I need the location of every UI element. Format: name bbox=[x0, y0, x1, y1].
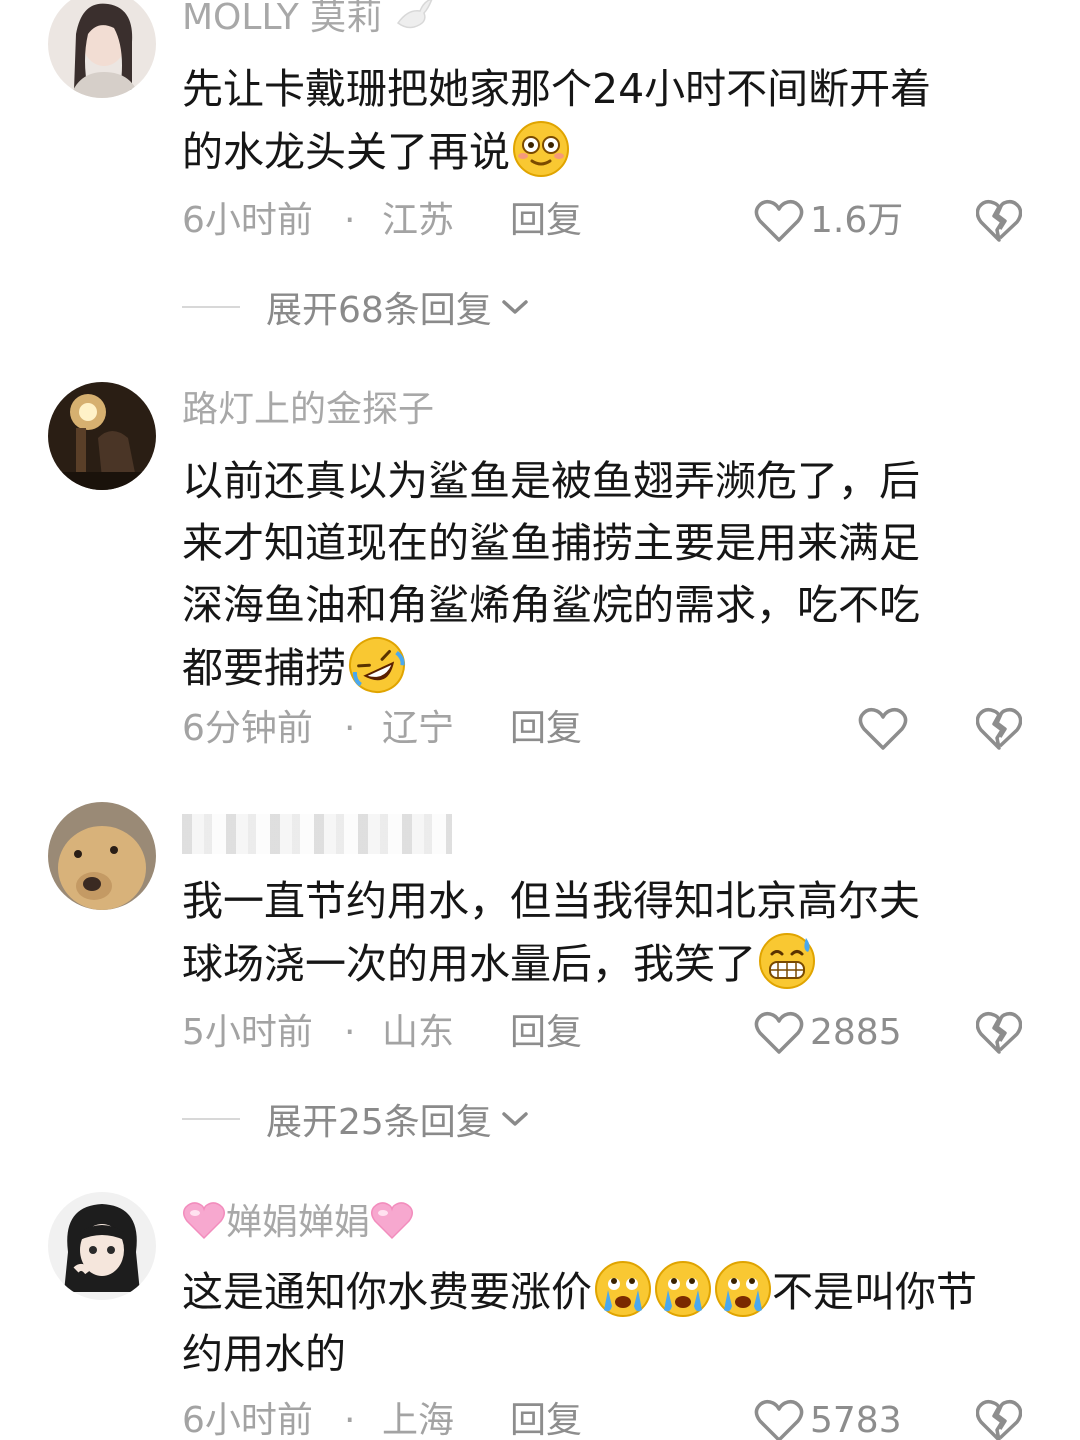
timestamp: 5小时前 bbox=[182, 1012, 313, 1053]
grin-sweat-emoji-icon bbox=[758, 932, 816, 990]
crying-emoji-icon bbox=[654, 1260, 712, 1318]
chevron-down-icon bbox=[502, 300, 528, 314]
avatar[interactable] bbox=[48, 802, 156, 910]
reply-button[interactable]: 回复 bbox=[510, 1396, 582, 1440]
comment-text: 先让卡戴珊把她家那个24小时不间断开着 的水龙头关了再说 bbox=[182, 65, 932, 178]
like-button[interactable]: 2885 bbox=[754, 1008, 902, 1058]
comment-meta: 6分钟前 · 辽宁 回复 bbox=[182, 704, 1042, 754]
pink-heart-icon bbox=[182, 1200, 226, 1240]
like-button[interactable]: 1.6万 bbox=[754, 196, 903, 246]
heart-outline-icon bbox=[858, 707, 908, 750]
username[interactable]: 路灯上的金探子 bbox=[182, 388, 434, 432]
dove-icon bbox=[394, 0, 434, 33]
username[interactable]: MOLLY 莫莉 bbox=[182, 0, 434, 40]
rofl-emoji-icon bbox=[348, 636, 406, 694]
separator-dot: · bbox=[344, 1012, 356, 1053]
comment-meta: 6小时前 · 上海 回复 5783 bbox=[182, 1396, 1042, 1440]
avatar[interactable] bbox=[48, 0, 156, 98]
separator-dot: · bbox=[344, 1400, 356, 1440]
reply-button[interactable]: 回复 bbox=[510, 1008, 582, 1058]
divider bbox=[182, 306, 240, 308]
like-count: 2885 bbox=[810, 1012, 902, 1053]
dislike-button[interactable] bbox=[976, 1398, 1022, 1440]
broken-heart-icon bbox=[976, 1399, 1022, 1440]
broken-heart-icon bbox=[976, 1011, 1022, 1054]
location: 江苏 bbox=[382, 200, 455, 241]
location: 辽宁 bbox=[382, 708, 455, 749]
expand-replies-button[interactable]: 展开68条回复 bbox=[182, 282, 530, 332]
comment-meta: 6小时前 · 江苏 回复 1.6万 bbox=[182, 196, 1042, 246]
chevron-down-icon bbox=[502, 1112, 528, 1126]
crying-emoji-icon bbox=[714, 1260, 772, 1318]
separator-dot: · bbox=[344, 200, 356, 241]
heart-outline-icon bbox=[754, 199, 804, 242]
broken-heart-icon bbox=[976, 707, 1022, 750]
dislike-button[interactable] bbox=[976, 198, 1022, 244]
comment-text: 我一直节约用水，但当我得知北京高尔夫 球场浇一次的用水量后，我笑了 bbox=[182, 877, 920, 990]
expand-replies-button[interactable]: 展开25条回复 bbox=[182, 1094, 530, 1144]
divider bbox=[182, 1118, 240, 1120]
heart-outline-icon bbox=[754, 1399, 804, 1440]
like-count: 5783 bbox=[810, 1400, 902, 1440]
location: 上海 bbox=[382, 1400, 455, 1440]
like-button[interactable] bbox=[858, 704, 914, 754]
dislike-button[interactable] bbox=[976, 1010, 1022, 1056]
broken-heart-icon bbox=[976, 199, 1022, 242]
timestamp: 6小时前 bbox=[182, 1400, 313, 1440]
reply-button[interactable]: 回复 bbox=[510, 196, 582, 246]
location: 山东 bbox=[382, 1012, 455, 1053]
timestamp: 6小时前 bbox=[182, 200, 313, 241]
reply-button[interactable]: 回复 bbox=[510, 704, 582, 754]
comment-meta: 5小时前 · 山东 回复 2885 bbox=[182, 1008, 1042, 1058]
like-button[interactable]: 5783 bbox=[754, 1396, 902, 1440]
username-redacted bbox=[182, 814, 452, 854]
comment-text: 这是通知你水费要涨价 不是叫你节 约用水的 bbox=[182, 1260, 1062, 1385]
separator-dot: · bbox=[344, 708, 356, 749]
heart-outline-icon bbox=[754, 1011, 804, 1054]
avatar[interactable] bbox=[48, 382, 156, 490]
timestamp: 6分钟前 bbox=[182, 708, 313, 749]
crying-emoji-icon bbox=[594, 1260, 652, 1318]
username[interactable]: 婵娟婵娟 bbox=[182, 1200, 414, 1245]
flushed-emoji-icon bbox=[512, 120, 570, 178]
dislike-button[interactable] bbox=[976, 706, 1022, 752]
pink-heart-icon bbox=[370, 1200, 414, 1240]
avatar[interactable] bbox=[48, 1192, 156, 1300]
like-count: 1.6万 bbox=[810, 200, 904, 241]
comment-text: 以前还真以为鲨鱼是被鱼翅弄濒危了，后 来才知道现在的鲨鱼捕捞主要是用来满足 深海… bbox=[182, 450, 1042, 699]
comment-list: MOLLY 莫莉 先让卡戴珊把她家那个24小时不间断开着 的水龙头关了再说 6小… bbox=[0, 0, 1080, 1440]
